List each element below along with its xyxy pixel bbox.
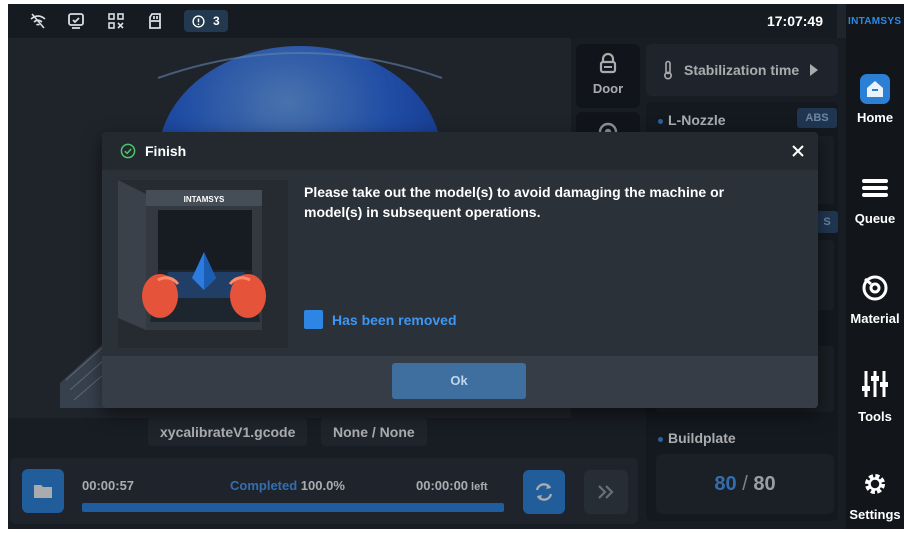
- alert-indicator[interactable]: 3: [184, 10, 228, 32]
- qr-code-icon: [108, 13, 124, 29]
- status-bar: 3 17:07:49: [8, 4, 837, 38]
- finish-dialog: Finish INTAMSYS Please take out the mode…: [102, 132, 818, 408]
- monitor-check-icon: [68, 13, 84, 29]
- check-circle-icon: [120, 143, 136, 159]
- nav-item-home[interactable]: Home: [846, 74, 904, 125]
- alert-circle-icon: [192, 14, 205, 28]
- gear-icon: [865, 474, 885, 494]
- nav-label-settings: Settings: [849, 507, 901, 522]
- illustration-brand: INTAMSYS: [184, 195, 225, 204]
- removed-checkbox-label[interactable]: Has been removed: [332, 312, 457, 328]
- close-icon[interactable]: [788, 141, 808, 161]
- removed-checkbox[interactable]: [304, 310, 323, 329]
- tools-sliders-icon: [862, 371, 888, 397]
- nav-label-tools: Tools: [858, 409, 892, 424]
- nav-item-queue[interactable]: Queue: [846, 176, 904, 226]
- brand-logo: INTAMSYS: [848, 16, 902, 27]
- wifi-off-icon: [30, 13, 46, 29]
- alert-count: 3: [213, 14, 220, 28]
- material-spool-icon: [862, 275, 888, 301]
- ok-button[interactable]: Ok: [392, 363, 526, 399]
- dialog-title: Finish: [145, 143, 187, 159]
- remove-model-illustration: INTAMSYS: [118, 180, 288, 348]
- dialog-message: Please take out the model(s) to avoid da…: [304, 184, 725, 220]
- nav-item-material[interactable]: Material: [846, 274, 904, 326]
- home-icon: [860, 74, 890, 104]
- nav-item-tools[interactable]: Tools: [846, 368, 904, 424]
- nav-item-settings[interactable]: Settings: [846, 470, 904, 522]
- printer-screen: 3 17:07:49 Door Stabilization time L-Noz…: [8, 4, 904, 529]
- nav-label-queue: Queue: [854, 211, 896, 226]
- clock: 17:07:49: [766, 13, 823, 29]
- nav-label-home: Home: [856, 110, 894, 125]
- dialog-footer: Ok: [102, 356, 818, 408]
- nav-label-material: Material: [850, 311, 900, 326]
- queue-icon: [862, 179, 888, 197]
- dialog-header: Finish: [102, 132, 818, 170]
- sd-card-icon: [149, 13, 161, 29]
